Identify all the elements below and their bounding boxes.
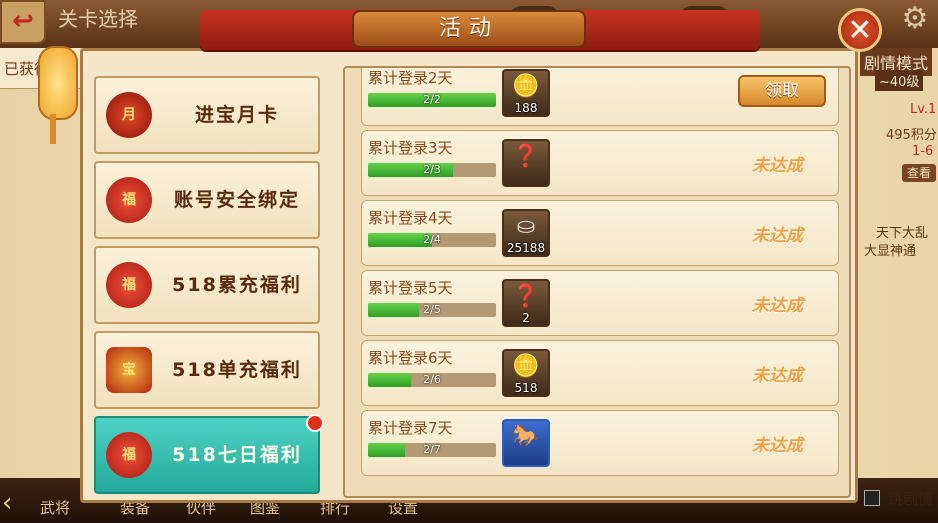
status-not-achieved: 未达成 — [752, 366, 803, 386]
tab-account-security[interactable]: 福 账号安全绑定 — [94, 161, 320, 239]
treasure-chest-icon: 宝 — [106, 347, 152, 393]
back-button[interactable]: ↩ — [0, 0, 46, 44]
tab-label: 518七日福利 — [172, 444, 302, 466]
mount-icon[interactable]: 🐎 — [502, 419, 550, 467]
reward-label: 累计登录4天 — [368, 209, 453, 227]
reward-row: 累计登录5天 2/5 ❓ 2 未达成 — [361, 270, 839, 336]
progress-text: 2/5 — [423, 303, 441, 316]
skip-story-label: 跳剧情 — [888, 490, 934, 508]
item-count: 188 — [514, 101, 538, 115]
progress-text: 2/2 — [423, 93, 441, 106]
reward-label: 累计登录3天 — [368, 139, 453, 157]
tab-monthly-card[interactable]: 月 进宝月卡 — [94, 76, 320, 154]
title-plaque: 活动 — [352, 10, 586, 48]
progress-text: 2/7 — [423, 443, 441, 456]
item-count: 518 — [514, 381, 538, 395]
story-text: 大显神通 — [864, 244, 917, 259]
reward-label: 累计登录5天 — [368, 279, 453, 297]
stage-select-title: 关卡选择 — [58, 7, 138, 31]
gear-icon[interactable]: ⚙ — [898, 2, 932, 36]
status-not-achieved: 未达成 — [752, 436, 803, 456]
item-count: 25188 — [506, 241, 546, 255]
treasure-bag-icon: 福 — [106, 177, 152, 223]
progress-bar: 2/6 — [368, 373, 496, 387]
progress-text: 2/4 — [423, 233, 441, 246]
claim-button[interactable]: 领取 — [738, 75, 826, 107]
reward-row: 累计登录3天 2/3 ❓ 未达成 — [361, 130, 839, 196]
status-not-achieved: 未达成 — [752, 226, 803, 246]
notification-dot — [306, 414, 324, 432]
tab-518-cumulative-recharge[interactable]: 福 518累充福利 — [94, 246, 320, 324]
bottom-tab[interactable]: 武将 — [40, 497, 70, 518]
reward-label: 累计登录2天 — [368, 69, 453, 87]
status-not-achieved: 未达成 — [752, 156, 803, 176]
treasure-bag-icon: 福 — [106, 262, 152, 308]
gold-ingot-icon[interactable]: 🪙 518 — [502, 349, 550, 397]
tab-label: 518累充福利 — [172, 274, 302, 296]
activity-tab-list: 月 进宝月卡 福 账号安全绑定 福 518累充福利 宝 518单充福利 福 51… — [90, 70, 328, 494]
progress-text: 2/3 — [423, 163, 441, 176]
mystery-bag-icon[interactable]: ❓ 2 — [502, 279, 550, 327]
skip-story-checkbox[interactable] — [864, 490, 880, 506]
reward-label: 累计登录7天 — [368, 419, 453, 437]
level-label: Lv.1 — [910, 102, 937, 117]
reward-row: 累计登录2天 2/2 🪙 188 领取 — [361, 68, 839, 126]
reward-label: 累计登录6天 — [368, 349, 453, 367]
silver-ingot-icon[interactable]: ⛀ 25188 — [502, 209, 550, 257]
stage-label: 1-6 — [912, 144, 934, 159]
item-count: 2 — [522, 311, 530, 325]
progress-bar: 2/2 — [368, 93, 496, 107]
tab-518-single-recharge[interactable]: 宝 518单充福利 — [94, 331, 320, 409]
view-button[interactable]: 查看 — [902, 164, 936, 182]
status-not-achieved: 未达成 — [752, 296, 803, 316]
tab-label: 账号安全绑定 — [173, 189, 300, 211]
reward-row: 累计登录4天 2/4 ⛀ 25188 未达成 — [361, 200, 839, 266]
close-button[interactable]: ✕ — [838, 8, 882, 52]
progress-bar: 2/3 — [368, 163, 496, 177]
points-label: 495积分 — [886, 128, 937, 143]
progress-bar: 2/4 — [368, 233, 496, 247]
progress-bar: 2/7 — [368, 443, 496, 457]
lucky-bag-icon: 福 — [106, 432, 152, 478]
monthly-card-icon: 月 — [106, 92, 152, 138]
left-arrow-icon[interactable]: ‹ — [2, 488, 12, 518]
tab-518-seven-day[interactable]: 福 518七日福利 — [94, 414, 324, 494]
reward-row: 累计登录6天 2/6 🪙 518 未达成 — [361, 340, 839, 406]
reward-list[interactable]: 累计登录2天 2/2 🪙 188 领取 累计登录3天 2/3 ❓ 未达成 累计登录… — [343, 66, 851, 498]
level-range: ~40级 — [875, 70, 924, 91]
gold-ingot-icon[interactable]: 🪙 188 — [502, 69, 550, 117]
tab-label: 进宝月卡 — [194, 104, 279, 126]
mystery-bag-icon[interactable]: ❓ — [502, 139, 550, 187]
lantern-icon — [38, 46, 78, 120]
story-text: 天下大乱 — [876, 226, 929, 241]
tab-label: 518单充福利 — [172, 359, 302, 381]
reward-row: 累计登录7天 2/7 🐎 未达成 — [361, 410, 839, 476]
dialog-title: 活动 — [438, 16, 499, 41]
progress-text: 2/6 — [423, 373, 441, 386]
progress-bar: 2/5 — [368, 303, 496, 317]
tassel-decoration — [50, 114, 56, 144]
